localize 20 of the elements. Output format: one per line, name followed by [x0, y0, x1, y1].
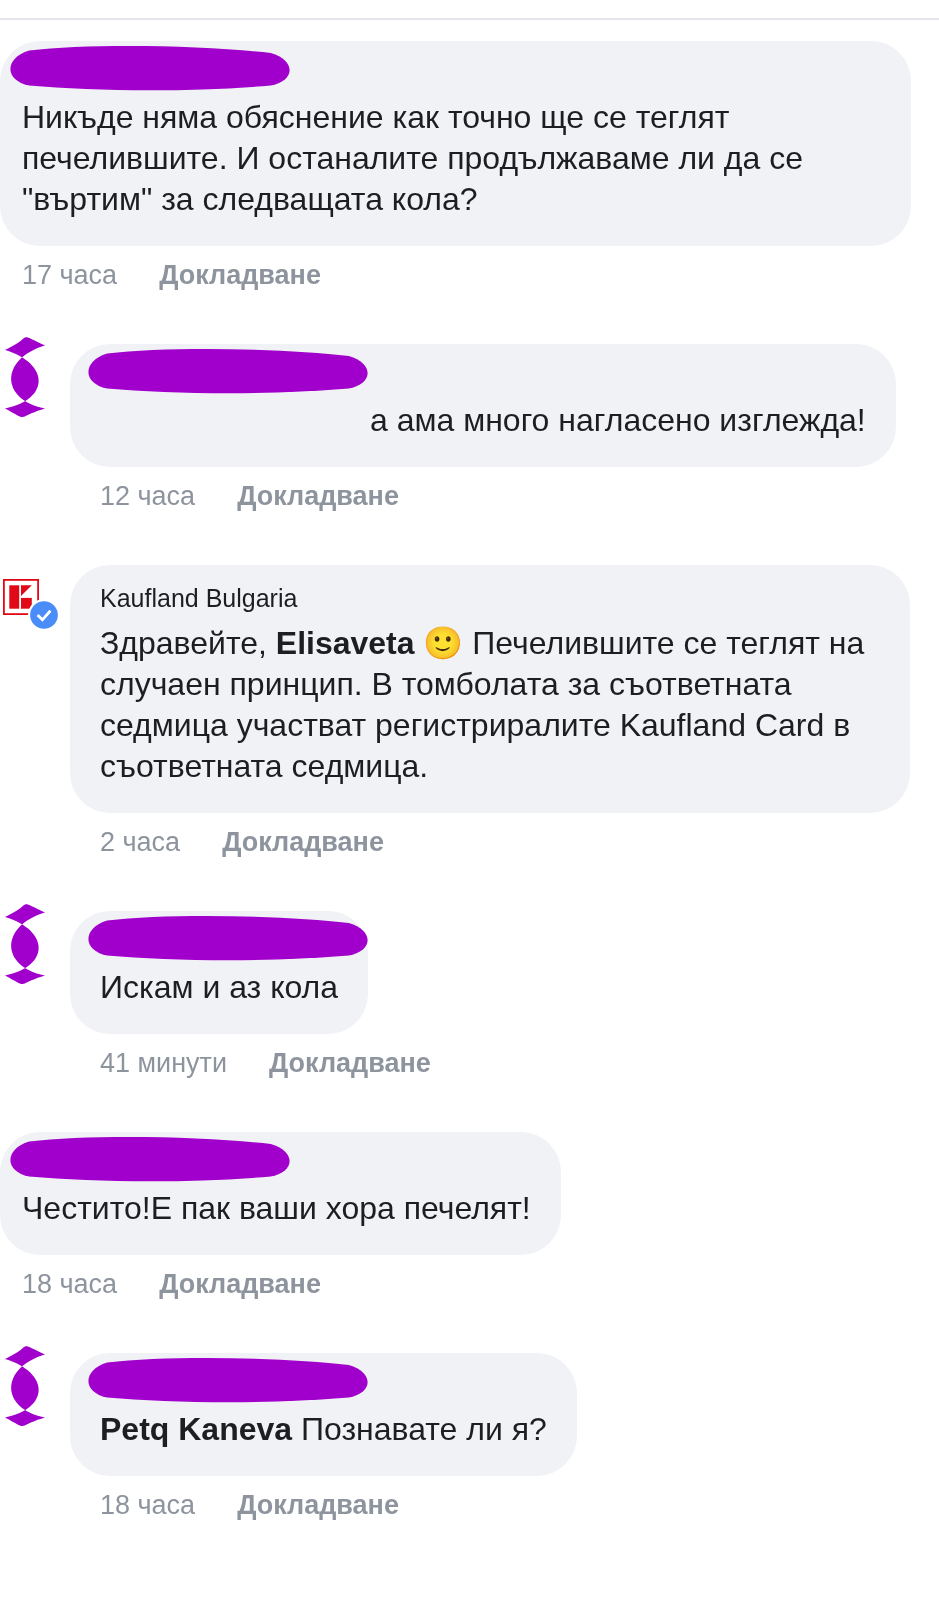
report-link[interactable]: Докладване — [222, 825, 384, 859]
report-link[interactable]: Докладване — [237, 479, 399, 513]
comment-text: Честито!Е пак ваши хора печелят! — [22, 1189, 531, 1228]
author-name[interactable]: Kaufland Bulgaria — [100, 581, 880, 615]
store-logo-icon — [3, 577, 39, 617]
comment-time: 18 часа — [100, 1489, 196, 1522]
report-link[interactable]: Докладване — [269, 1046, 431, 1080]
comment-text: Здравейте, Elisaveta 🙂 Печелившите се теглят на случаен принцип. В томболата за съответната седмица участват регистриралите Kaufland Card в съответната седмица. — [100, 624, 866, 786]
comment-text: а ама много нагласено изглежда! — [369, 401, 866, 440]
comment-time: 18 часа — [22, 1268, 118, 1301]
comment-time: 41 минути — [100, 1047, 228, 1080]
comment-time: 12 часа — [100, 480, 196, 513]
comment-text: Никъде няма обяснение как точно ще се теглят печелившите. И останалите продължаваме ли да се "въртим" за следващата кола? — [22, 98, 804, 219]
comment-time: 17 часа — [22, 259, 118, 292]
report-link[interactable]: Докладване — [237, 1488, 399, 1522]
report-link[interactable]: Докладване — [159, 1267, 321, 1301]
comment-time: 2 часа — [100, 826, 181, 859]
comment-text: Petq Kaneva Познавате ли я? — [100, 1410, 547, 1449]
comment-text: Искам и аз кола — [100, 968, 339, 1007]
report-link[interactable]: Докладване — [159, 258, 321, 292]
